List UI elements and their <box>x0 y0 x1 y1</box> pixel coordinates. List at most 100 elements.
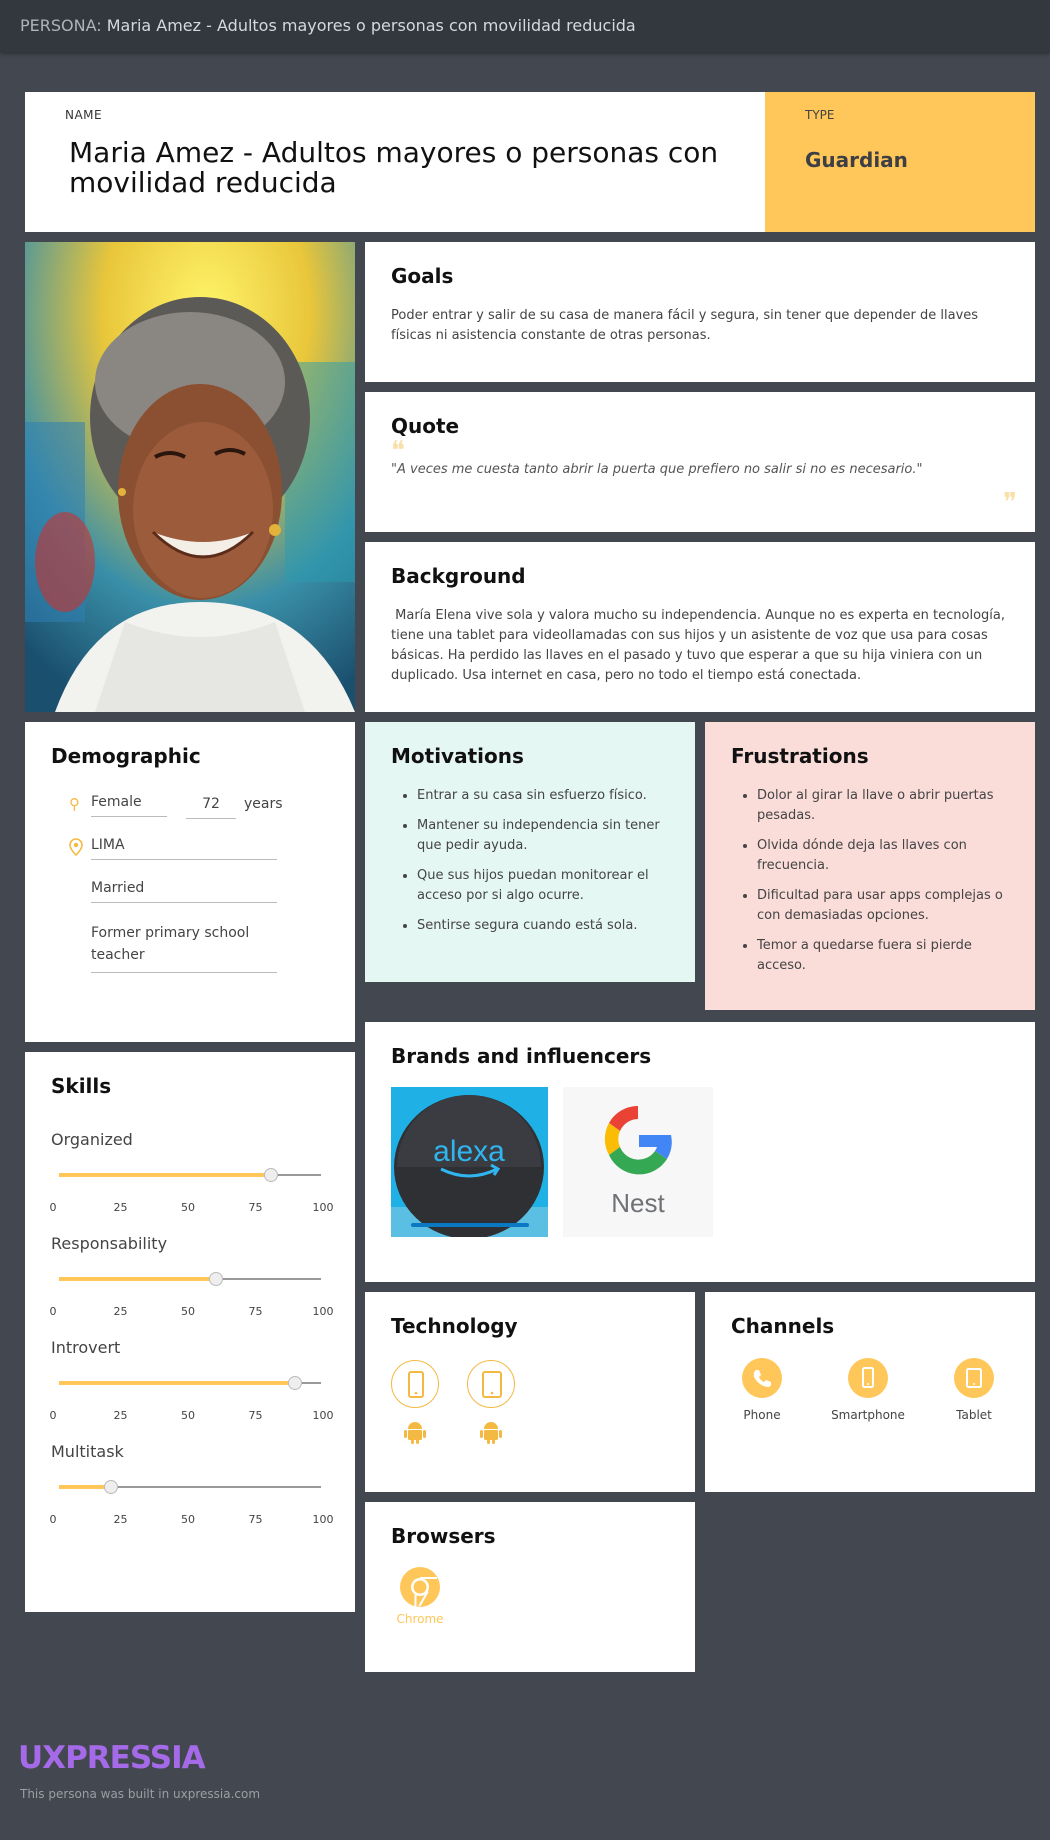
tick-label: 0 <box>49 1201 57 1214</box>
type-label: TYPE <box>805 108 835 122</box>
skill-ticks: 0 25 50 75 100 <box>49 1409 334 1423</box>
tick-label: 0 <box>49 1409 57 1422</box>
channel-label: Tablet <box>956 1408 992 1422</box>
tablet-icon[interactable] <box>467 1360 515 1408</box>
goals-text[interactable]: Poder entrar y salir de su casa de maner… <box>391 306 1009 346</box>
frustrations-list[interactable]: Dolor al girar la llave o abrir puertas … <box>731 786 1009 976</box>
brand-logo-alexa[interactable]: alexa <box>391 1087 548 1237</box>
skill-slider[interactable] <box>59 1272 321 1286</box>
skill-name: Multitask <box>51 1442 124 1461</box>
smartphone-icon[interactable] <box>391 1360 439 1408</box>
skill-slider[interactable] <box>59 1376 321 1390</box>
brand-logo-nest[interactable]: Nest <box>563 1087 713 1237</box>
skill-slider-thumb[interactable] <box>287 1376 302 1390</box>
status-field[interactable]: Married <box>91 880 277 903</box>
phone-icon <box>742 1358 782 1398</box>
tick-label: 25 <box>113 1305 128 1318</box>
list-item: Mantener su independencia sin tener que … <box>417 816 669 856</box>
technology-title: Technology <box>391 1314 518 1338</box>
skill-slider-thumb[interactable] <box>104 1480 119 1494</box>
nest-logo-text: Nest <box>611 1188 665 1218</box>
list-item: Dolor al girar la llave o abrir puertas … <box>757 786 1009 826</box>
list-item: Olvida dónde deja las llaves con frecuen… <box>757 836 1009 876</box>
brands-card: Brands and influencers alexa Nest <box>365 1022 1035 1282</box>
skill-slider[interactable] <box>59 1480 321 1494</box>
quote-text[interactable]: "A veces me cuesta tanto abrir la puerta… <box>391 462 1011 477</box>
frustrations-card: Frustrations Dolor al girar la llave o a… <box>705 722 1035 1010</box>
tick-label: 25 <box>113 1409 128 1422</box>
channel-smartphone[interactable]: Smartphone <box>823 1358 913 1422</box>
demographic-title: Demographic <box>51 744 201 768</box>
android-icon <box>403 1419 427 1449</box>
location-pin-icon <box>69 838 83 860</box>
gender-icon: ⚲ <box>69 795 80 813</box>
channel-tablet[interactable]: Tablet <box>929 1358 1019 1422</box>
age-field[interactable]: 72 <box>186 796 236 819</box>
demographic-card: Demographic ⚲ Female 72 years LIMA Marri… <box>25 722 355 1042</box>
tick-label: 50 <box>181 1305 195 1318</box>
list-item: Que sus hijos puedan monitorear el acces… <box>417 866 669 906</box>
tick-label: 75 <box>248 1305 263 1318</box>
browser-chrome[interactable]: Chrome <box>391 1566 449 1626</box>
tick-label: 100 <box>312 1409 334 1422</box>
tick-label: 0 <box>49 1513 57 1526</box>
skill-name: Organized <box>51 1130 133 1149</box>
location-field[interactable]: LIMA <box>91 837 277 860</box>
browser-label: Chrome <box>396 1612 444 1626</box>
motivations-card: Motivations Entrar a su casa sin esfuerz… <box>365 722 695 982</box>
skill-slider-thumb[interactable] <box>264 1168 279 1182</box>
tick-label: 0 <box>49 1305 57 1318</box>
top-bar: PERSONA: Maria Amez - Adultos mayores o … <box>0 0 1050 52</box>
skill-organized: Organized 0 25 50 75 100 <box>49 1130 334 1234</box>
persona-photo[interactable] <box>25 242 355 712</box>
skills-card: Skills Organized 0 25 50 75 100 Responsability… <box>25 1052 355 1612</box>
persona-header-title: PERSONA: Maria Amez - Adultos mayores o … <box>20 16 636 35</box>
persona-name[interactable]: Maria Amez - Adultos mayores o personas … <box>69 138 739 198</box>
channels-card: Channels Phone Smartphone Tablet <box>705 1292 1035 1492</box>
tablet-icon <box>954 1358 994 1398</box>
background-card: Background María Elena vive sola y valor… <box>365 542 1035 712</box>
skill-slider-thumb[interactable] <box>209 1272 224 1286</box>
occupation-field[interactable]: Former primary school teacher <box>91 922 277 973</box>
tick-label: 50 <box>181 1201 195 1214</box>
frustrations-title: Frustrations <box>731 744 869 768</box>
tick-label: 75 <box>248 1513 263 1526</box>
background-text[interactable]: María Elena vive sola y valora mucho su … <box>391 606 1009 686</box>
channels-title: Channels <box>731 1314 835 1338</box>
technology-card: Technology <box>365 1292 695 1492</box>
motivations-title: Motivations <box>391 744 524 768</box>
skill-slider[interactable] <box>59 1168 321 1182</box>
browsers-card: Browsers Chrome <box>365 1502 695 1672</box>
skill-slider-fill <box>59 1381 295 1385</box>
uxpressia-logo[interactable]: UXPRESSIA <box>18 1740 206 1776</box>
tick-label: 50 <box>181 1409 195 1422</box>
skill-slider-fill <box>59 1277 217 1281</box>
list-item: Sentirse segura cuando está sola. <box>417 916 669 936</box>
goals-card: Goals Poder entrar y salir de su casa de… <box>365 242 1035 382</box>
list-item: Dificultad para usar apps complejas o co… <box>757 886 1009 926</box>
motivations-list[interactable]: Entrar a su casa sin esfuerzo físico. Ma… <box>391 786 669 936</box>
tick-label: 75 <box>248 1409 263 1422</box>
skill-multitask: Multitask 0 25 50 75 100 <box>49 1442 334 1546</box>
channel-label: Smartphone <box>831 1408 905 1422</box>
tick-label: 100 <box>312 1305 334 1318</box>
goals-title: Goals <box>391 264 454 288</box>
browsers-title: Browsers <box>391 1524 496 1548</box>
quote-title: Quote <box>391 414 460 438</box>
tick-label: 100 <box>312 1513 334 1526</box>
channel-phone[interactable]: Phone <box>717 1358 807 1422</box>
persona-type[interactable]: Guardian <box>805 148 908 172</box>
skill-ticks: 0 25 50 75 100 <box>49 1201 334 1215</box>
list-item: Entrar a su casa sin esfuerzo físico. <box>417 786 669 806</box>
name-label: NAME <box>65 108 103 122</box>
quote-card: Quote ❝ "A veces me cuesta tanto abrir l… <box>365 392 1035 532</box>
background-title: Background <box>391 564 526 588</box>
gender-field[interactable]: Female <box>91 794 167 817</box>
persona-prefix: PERSONA: <box>20 16 102 35</box>
tick-label: 50 <box>181 1513 195 1526</box>
persona-header-name: Maria Amez - Adultos mayores o personas … <box>106 16 636 35</box>
tick-label: 25 <box>113 1513 128 1526</box>
android-icon <box>479 1419 503 1449</box>
tick-label: 25 <box>113 1201 128 1214</box>
chrome-icon <box>399 1566 441 1612</box>
